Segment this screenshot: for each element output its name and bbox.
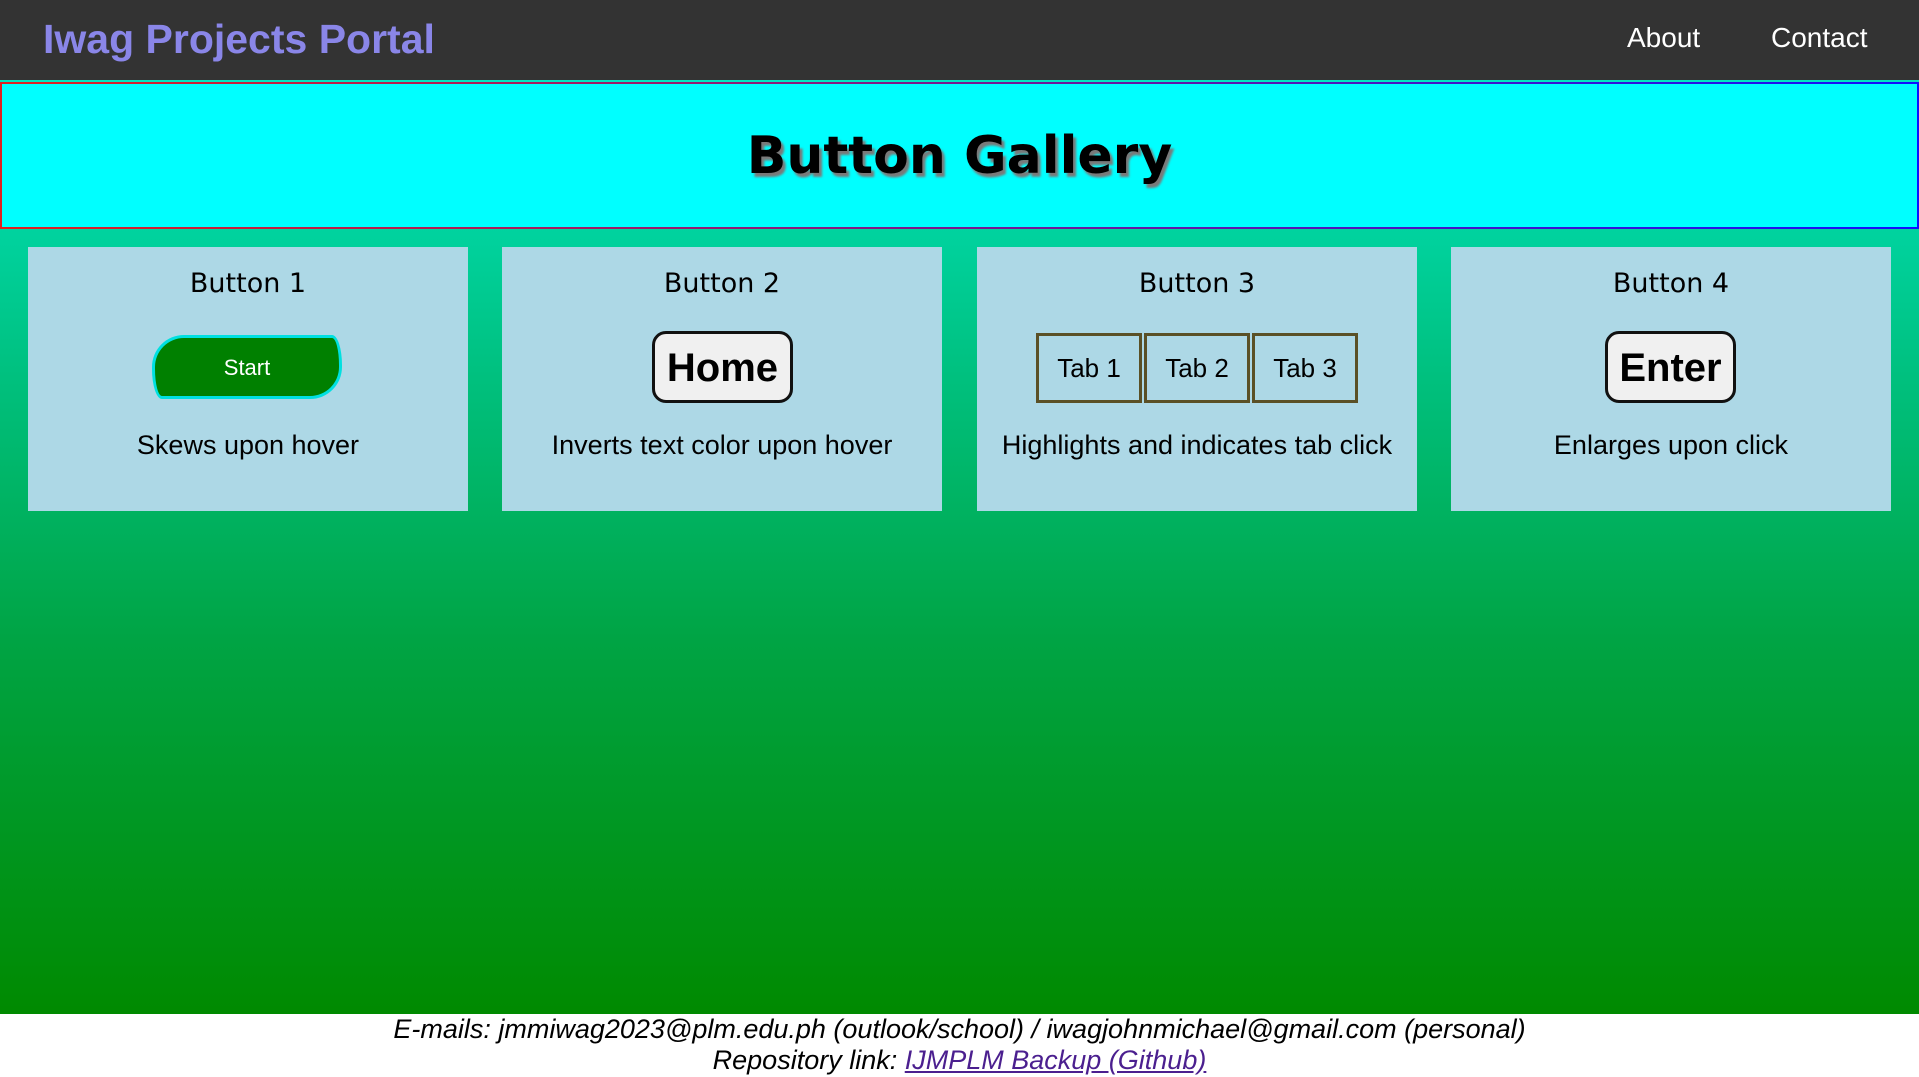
footer-repo-line: Repository link: IJMPLM Backup (Github): [0, 1045, 1919, 1076]
card-button-3: Button 3 Tab 1 Tab 2 Tab 3 Highlights an…: [977, 247, 1417, 511]
footer-repo-prefix: Repository link:: [712, 1045, 905, 1075]
card-button-1: Button 1 Start Skews upon hover: [28, 247, 468, 511]
card-button-2: Button 2 Home Inverts text color upon ho…: [502, 247, 942, 511]
card-description: Inverts text color upon hover: [551, 430, 893, 460]
nav-link-contact[interactable]: Contact: [1771, 20, 1868, 56]
repository-link[interactable]: IJMPLM Backup (Github): [905, 1045, 1207, 1075]
card-button-4: Button 4 Enter Enlarges upon click: [1451, 247, 1891, 511]
card-description: Skews upon hover: [136, 430, 360, 460]
card-title: Button 3: [1138, 268, 1256, 299]
tab-1[interactable]: Tab 1: [1036, 333, 1142, 403]
card-title: Button 1: [189, 268, 307, 299]
start-button[interactable]: Start: [152, 335, 342, 399]
home-button[interactable]: Home: [652, 331, 793, 403]
footer-emails: E-mails: jmmiwag2023@plm.edu.ph (outlook…: [393, 1014, 1526, 1044]
nav-link-about[interactable]: About: [1627, 20, 1700, 56]
card-title: Button 4: [1612, 268, 1730, 299]
tab-2[interactable]: Tab 2: [1144, 333, 1250, 403]
footer: E-mails: jmmiwag2023@plm.edu.ph (outlook…: [0, 1014, 1919, 1077]
card-description: Highlights and indicates tab click: [1001, 430, 1393, 460]
enter-button[interactable]: Enter: [1605, 331, 1736, 403]
navbar: Iwag Projects Portal About Contact: [0, 0, 1919, 80]
tab-3[interactable]: Tab 3: [1252, 333, 1358, 403]
card-description: Enlarges upon click: [1553, 430, 1789, 460]
card-title: Button 2: [663, 268, 781, 299]
brand-link[interactable]: Iwag Projects Portal: [43, 14, 435, 64]
page-title: Button Gallery: [746, 126, 1173, 186]
